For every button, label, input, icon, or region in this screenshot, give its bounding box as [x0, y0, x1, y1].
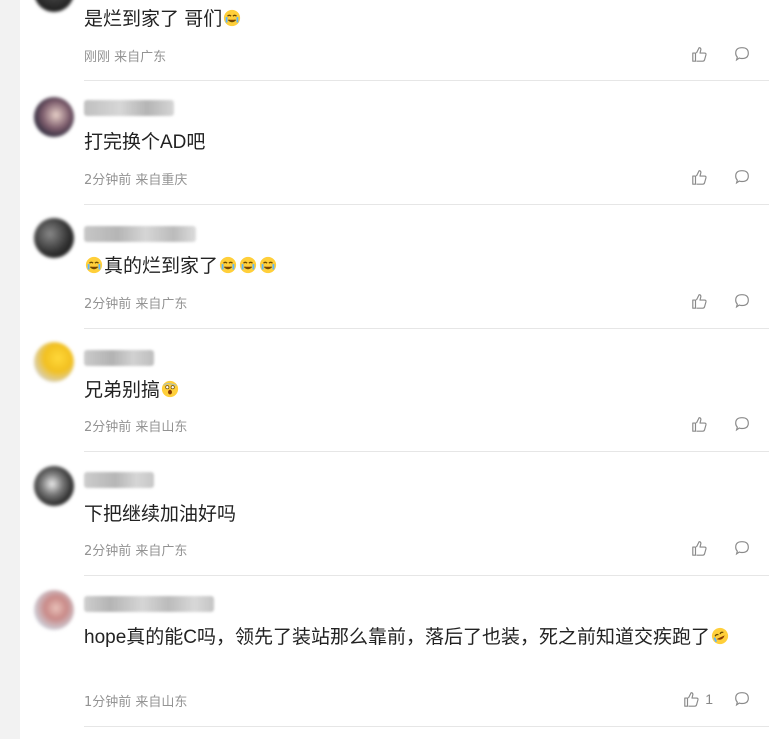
divider — [84, 451, 769, 452]
like-button[interactable] — [691, 415, 713, 433]
thumbs-up-icon[interactable] — [691, 45, 709, 63]
avatar[interactable] — [34, 590, 74, 630]
comment-feed: 是烂到家了 哥们 刚刚 来自广东 打完换个AD吧 2分钟前 来自重庆 真的烂到家… — [20, 0, 769, 739]
like-button[interactable] — [691, 292, 713, 310]
like-button[interactable] — [691, 168, 713, 186]
like-button[interactable] — [691, 539, 713, 557]
crying-laugh-emoji-icon — [224, 9, 241, 27]
thumbs-up-icon[interactable] — [691, 415, 709, 433]
divider — [84, 726, 769, 727]
comment-actions — [691, 292, 751, 310]
comment-meta: 2分钟前 来自重庆 — [84, 173, 188, 188]
divider — [84, 80, 769, 81]
like-button[interactable] — [691, 45, 713, 63]
comment-bubble-icon[interactable] — [733, 45, 751, 63]
comment-text: 是烂到家了 哥们 — [84, 4, 751, 36]
rolling-laugh-emoji-icon — [711, 627, 729, 645]
crying-laugh-emoji-icon — [239, 256, 257, 274]
thumbs-up-icon[interactable] — [691, 539, 709, 557]
comment-bubble-icon[interactable] — [733, 168, 751, 186]
comment-bubble-icon[interactable] — [733, 690, 751, 708]
comment-actions — [691, 539, 751, 557]
comment-meta: 2分钟前 来自广东 — [84, 544, 188, 559]
thumbs-up-icon[interactable] — [691, 168, 709, 186]
thumbs-up-icon[interactable] — [691, 292, 709, 310]
comment-bubble-icon[interactable] — [733, 539, 751, 557]
username-blurred[interactable] — [84, 100, 174, 116]
comment-bubble-icon[interactable] — [733, 292, 751, 310]
comment-actions — [691, 45, 751, 63]
comment-actions: 1 — [683, 690, 751, 708]
comment-bubble-icon[interactable] — [733, 415, 751, 433]
comment-meta: 2分钟前 来自山东 — [84, 420, 188, 435]
avatar[interactable] — [34, 466, 74, 506]
comment-text: 真的烂到家了 — [84, 251, 751, 283]
crying-laugh-emoji-icon — [259, 256, 277, 274]
like-button[interactable]: 1 — [683, 690, 713, 708]
avatar[interactable] — [34, 218, 74, 258]
username-blurred[interactable] — [84, 350, 154, 366]
comment-meta: 刚刚 来自广东 — [84, 50, 167, 65]
comment-meta: 1分钟前 来自山东 — [84, 695, 188, 710]
avatar[interactable] — [34, 97, 74, 137]
comment-text: hope真的能C吗，领先了装站那么靠前，落后了也装，死之前知道交疾跑了 — [84, 622, 751, 654]
username-blurred[interactable] — [84, 472, 154, 488]
comment-text: 打完换个AD吧 — [84, 132, 206, 153]
username-blurred[interactable] — [84, 596, 214, 612]
divider — [84, 575, 769, 576]
like-count: 1 — [705, 691, 713, 707]
scared-emoji-icon — [161, 380, 179, 398]
divider — [84, 328, 769, 329]
comment-text: 下把继续加油好吗 — [84, 504, 237, 525]
thumbs-up-icon[interactable] — [683, 690, 701, 708]
comment-meta: 2分钟前 来自广东 — [84, 297, 188, 312]
username-blurred[interactable] — [84, 226, 196, 242]
crying-laugh-emoji-icon — [85, 256, 103, 274]
comment-text: 兄弟别搞 — [84, 375, 751, 407]
comment-actions — [691, 415, 751, 433]
left-gutter — [0, 0, 20, 739]
avatar[interactable] — [34, 342, 74, 382]
comment-actions — [691, 168, 751, 186]
crying-laugh-emoji-icon — [219, 256, 237, 274]
divider — [84, 204, 769, 205]
avatar[interactable] — [34, 0, 74, 12]
